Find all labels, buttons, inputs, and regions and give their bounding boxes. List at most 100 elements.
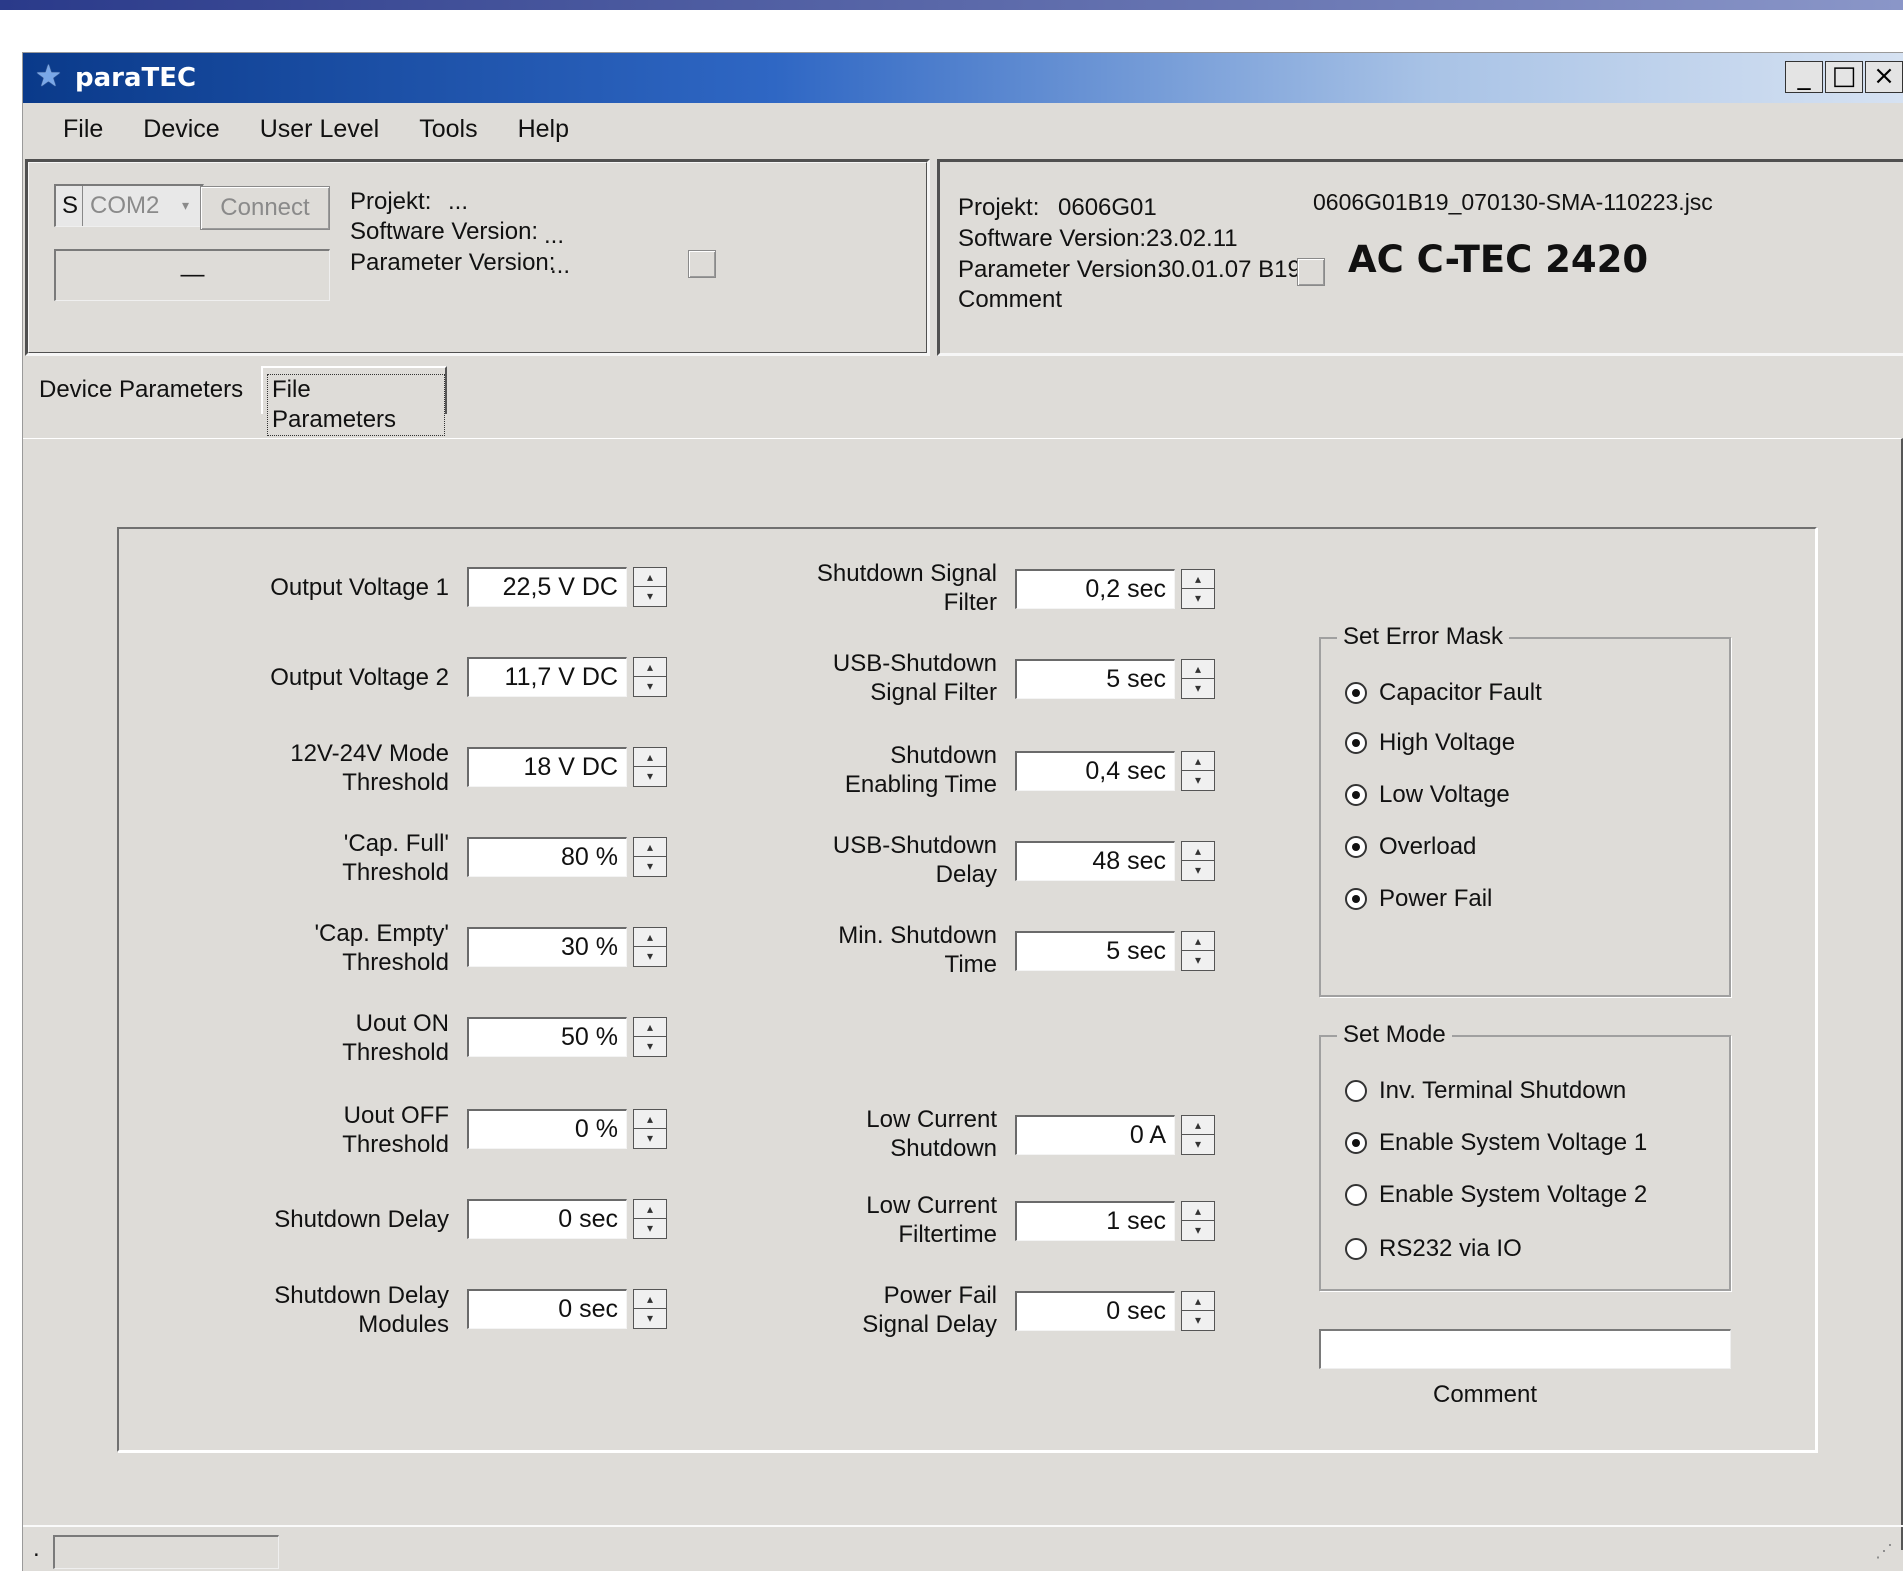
port-select[interactable]: S COM2 ▾ xyxy=(54,184,204,227)
menu-file[interactable]: File xyxy=(23,105,123,153)
spin-down-icon[interactable]: ▾ xyxy=(634,1037,666,1056)
mode-option-enable-system-voltage-1[interactable]: Enable System Voltage 1 xyxy=(1345,1127,1647,1159)
param-input-power-fail-signal-delay[interactable]: 0 sec xyxy=(1015,1291,1175,1331)
param-spinner-low-current-shutdown[interactable]: ▴ ▾ xyxy=(1181,1115,1215,1155)
parameter-version-value: ... xyxy=(550,252,571,279)
param-spinner-cap-full-threshold[interactable]: ▴ ▾ xyxy=(633,837,667,877)
spin-down-icon[interactable]: ▾ xyxy=(1182,771,1214,790)
spin-up-icon[interactable]: ▴ xyxy=(634,838,666,857)
spin-up-icon[interactable]: ▴ xyxy=(1182,1116,1214,1135)
param-input-min-shutdown-time[interactable]: 5 sec xyxy=(1015,931,1175,971)
param-spinner-cap-empty-threshold[interactable]: ▴ ▾ xyxy=(633,927,667,967)
mode-option-enable-system-voltage-2[interactable]: Enable System Voltage 2 xyxy=(1345,1179,1647,1211)
spin-up-icon[interactable]: ▴ xyxy=(634,568,666,587)
param-input-usb-shutdown-signal-filter[interactable]: 5 sec xyxy=(1015,659,1175,699)
menu-device[interactable]: Device xyxy=(123,105,239,153)
param-spinner-usb-shutdown-signal-filter[interactable]: ▴ ▾ xyxy=(1181,659,1215,699)
spin-up-icon[interactable]: ▴ xyxy=(634,928,666,947)
spin-down-icon[interactable]: ▾ xyxy=(1182,589,1214,608)
param-input-low-current-shutdown[interactable]: 0 A xyxy=(1015,1115,1175,1155)
close-button[interactable]: × xyxy=(1865,61,1903,93)
spin-up-icon[interactable]: ▴ xyxy=(634,1290,666,1309)
minimize-button[interactable]: _ xyxy=(1785,61,1823,93)
error-mask-option-capacitor-fault[interactable]: Capacitor Fault xyxy=(1345,677,1542,709)
connect-button[interactable]: Connect xyxy=(200,186,330,230)
title-bar[interactable]: ★ paraTEC _ □ × xyxy=(23,53,1903,103)
param-input-12v-24v-mode-threshold[interactable]: 18 V DC xyxy=(467,747,627,787)
connection-status-box: — xyxy=(54,249,330,301)
param-input-shutdown-delay[interactable]: 0 sec xyxy=(467,1199,627,1239)
spin-down-icon[interactable]: ▾ xyxy=(1182,951,1214,970)
maximize-button[interactable]: □ xyxy=(1825,61,1863,93)
spin-down-icon[interactable]: ▾ xyxy=(634,857,666,876)
comment-input[interactable] xyxy=(1319,1329,1731,1369)
spin-up-icon[interactable]: ▴ xyxy=(634,1018,666,1037)
param-spinner-12v-24v-mode-threshold[interactable]: ▴ ▾ xyxy=(633,747,667,787)
param-input-low-current-filtertime[interactable]: 1 sec xyxy=(1015,1201,1175,1241)
spin-up-icon[interactable]: ▴ xyxy=(1182,1202,1214,1221)
menu-tools[interactable]: Tools xyxy=(399,105,497,153)
param-spinner-output-voltage-1[interactable]: ▴ ▾ xyxy=(633,567,667,607)
param-input-uout-off-threshold[interactable]: 0 % xyxy=(467,1109,627,1149)
file-info-small-button[interactable] xyxy=(1297,258,1325,286)
spin-up-icon[interactable]: ▴ xyxy=(1182,932,1214,951)
spin-down-icon[interactable]: ▾ xyxy=(634,677,666,696)
tab-device-parameters[interactable]: Device Parameters xyxy=(39,375,243,405)
tab-file-parameters[interactable]: File Parameters xyxy=(261,366,447,436)
param-spinner-min-shutdown-time[interactable]: ▴ ▾ xyxy=(1181,931,1215,971)
spin-down-icon[interactable]: ▾ xyxy=(1182,1311,1214,1330)
param-label-usb-shutdown-delay: USB-Shutdown Delay xyxy=(832,832,997,888)
param-spinner-low-current-filtertime[interactable]: ▴ ▾ xyxy=(1181,1201,1215,1241)
param-spinner-uout-on-threshold[interactable]: ▴ ▾ xyxy=(633,1017,667,1057)
param-spinner-power-fail-signal-delay[interactable]: ▴ ▾ xyxy=(1181,1291,1215,1331)
projekt-value: ... xyxy=(448,188,469,215)
spin-up-icon[interactable]: ▴ xyxy=(634,1110,666,1129)
spin-down-icon[interactable]: ▾ xyxy=(1182,1221,1214,1240)
spin-up-icon[interactable]: ▴ xyxy=(634,658,666,677)
connection-small-button[interactable] xyxy=(688,250,716,278)
spin-down-icon[interactable]: ▾ xyxy=(634,1219,666,1238)
param-spinner-shutdown-delay[interactable]: ▴ ▾ xyxy=(633,1199,667,1239)
param-input-uout-on-threshold[interactable]: 50 % xyxy=(467,1017,627,1057)
param-input-output-voltage-2[interactable]: 11,7 V DC xyxy=(467,657,627,697)
param-input-cap-full-threshold[interactable]: 80 % xyxy=(467,837,627,877)
mode-option-rs232-via-io[interactable]: RS232 via IO xyxy=(1345,1233,1522,1265)
param-input-cap-empty-threshold[interactable]: 30 % xyxy=(467,927,627,967)
spin-up-icon[interactable]: ▴ xyxy=(1182,570,1214,589)
menu-user-level[interactable]: User Level xyxy=(240,105,400,153)
menu-help[interactable]: Help xyxy=(498,105,589,153)
spin-down-icon[interactable]: ▾ xyxy=(1182,861,1214,880)
app-star-icon: ★ xyxy=(35,60,62,93)
resize-grip-icon[interactable]: ⋰ xyxy=(1875,1537,1893,1565)
param-label-low-current-shutdown: Low Current Shutdown xyxy=(866,1106,997,1162)
spin-up-icon[interactable]: ▴ xyxy=(1182,660,1214,679)
spin-up-icon[interactable]: ▴ xyxy=(1182,1292,1214,1311)
param-spinner-uout-off-threshold[interactable]: ▴ ▾ xyxy=(633,1109,667,1149)
param-input-shutdown-enabling-time[interactable]: 0,4 sec xyxy=(1015,751,1175,791)
param-input-output-voltage-1[interactable]: 22,5 V DC xyxy=(467,567,627,607)
param-spinner-shutdown-signal-filter[interactable]: ▴ ▾ xyxy=(1181,569,1215,609)
spin-up-icon[interactable]: ▴ xyxy=(634,748,666,767)
mode-option-inv-terminal-shutdown[interactable]: Inv. Terminal Shutdown xyxy=(1345,1075,1626,1107)
param-spinner-usb-shutdown-delay[interactable]: ▴ ▾ xyxy=(1181,841,1215,881)
spin-up-icon[interactable]: ▴ xyxy=(1182,842,1214,861)
spin-down-icon[interactable]: ▾ xyxy=(634,587,666,606)
param-spinner-shutdown-enabling-time[interactable]: ▴ ▾ xyxy=(1181,751,1215,791)
spin-down-icon[interactable]: ▾ xyxy=(634,1309,666,1328)
param-input-shutdown-delay-modules[interactable]: 0 sec xyxy=(467,1289,627,1329)
error-mask-option-power-fail[interactable]: Power Fail xyxy=(1345,883,1492,915)
param-spinner-output-voltage-2[interactable]: ▴ ▾ xyxy=(633,657,667,697)
spin-down-icon[interactable]: ▾ xyxy=(634,947,666,966)
spin-down-icon[interactable]: ▾ xyxy=(1182,679,1214,698)
param-spinner-shutdown-delay-modules[interactable]: ▴ ▾ xyxy=(633,1289,667,1329)
spin-up-icon[interactable]: ▴ xyxy=(1182,752,1214,771)
error-mask-option-high-voltage[interactable]: High Voltage xyxy=(1345,727,1515,759)
spin-up-icon[interactable]: ▴ xyxy=(634,1200,666,1219)
param-input-shutdown-signal-filter[interactable]: 0,2 sec xyxy=(1015,569,1175,609)
spin-down-icon[interactable]: ▾ xyxy=(1182,1135,1214,1154)
spin-down-icon[interactable]: ▾ xyxy=(634,767,666,786)
param-input-usb-shutdown-delay[interactable]: 48 sec xyxy=(1015,841,1175,881)
spin-down-icon[interactable]: ▾ xyxy=(634,1129,666,1148)
error-mask-option-overload[interactable]: Overload xyxy=(1345,831,1476,863)
error-mask-option-low-voltage[interactable]: Low Voltage xyxy=(1345,779,1510,811)
